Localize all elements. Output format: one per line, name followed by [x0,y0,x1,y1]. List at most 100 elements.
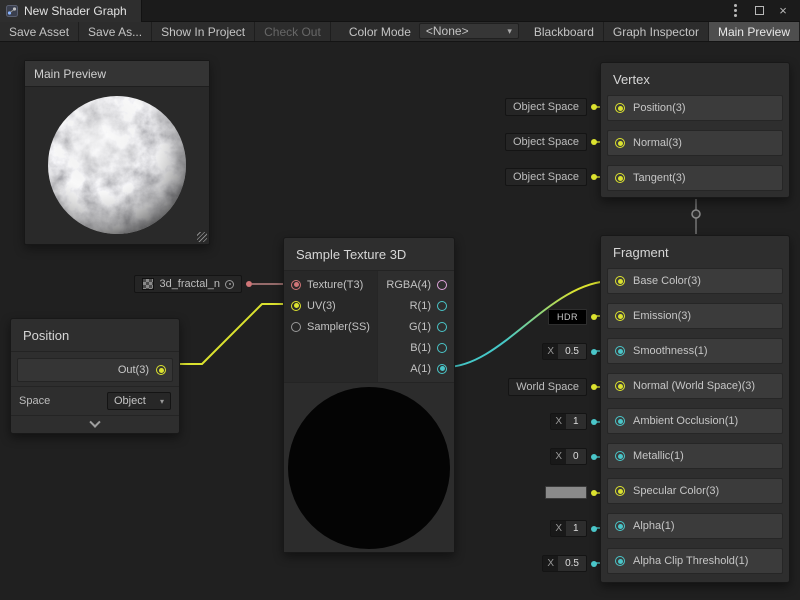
alpha-input-port[interactable] [615,521,625,531]
sample-node-preview [284,382,454,552]
node-collapse-button[interactable] [11,415,179,433]
position-node-title: Position [11,319,179,352]
vertex-node-title: Vertex [601,63,789,95]
chip-normal-ws-space[interactable]: World Space [508,378,597,396]
output-b[interactable]: B(1) [378,337,454,358]
wire-dot [591,174,597,180]
texture-input-port[interactable] [291,280,301,290]
a-output-port[interactable] [437,364,447,374]
ambient-occlusion-input-port[interactable] [615,416,625,426]
main-preview-header[interactable]: Main Preview [25,61,209,87]
out-output-port[interactable] [156,365,166,375]
sample-output-column: RGBA(4) R(1) G(1) B(1) A(1) [378,271,454,382]
graph-inspector-toggle[interactable]: Graph Inspector [604,22,709,41]
r-output-port[interactable] [437,301,447,311]
wire-dot [591,561,597,567]
rgba-output-port[interactable] [437,280,447,290]
main-preview-body[interactable] [25,87,209,244]
save-as-button[interactable]: Save As... [79,22,152,41]
fragment-row-emission[interactable]: Emission(3) [607,303,783,329]
input-texture[interactable]: Texture(T3) [284,274,377,295]
chip-tangent-space[interactable]: Object Space [505,168,597,186]
wire-dot [591,349,597,355]
blackboard-toggle[interactable]: Blackboard [525,22,604,41]
wire-dot [591,104,597,110]
specular-color-input-port[interactable] [615,486,625,496]
vertex-row-normal[interactable]: Normal(3) [607,130,783,156]
normal-ws-input-port[interactable] [615,381,625,391]
tab-new-shader-graph[interactable]: New Shader Graph [0,0,142,22]
fragment-row-alpha-clip[interactable]: Alpha Clip Threshold(1) [607,548,783,574]
input-uv[interactable]: UV(3) [284,295,377,316]
resize-grip-icon[interactable] [197,232,207,242]
fragment-row-metallic[interactable]: Metallic(1) [607,443,783,469]
hdr-color-field[interactable]: HDR [548,309,587,325]
alpha-field[interactable]: 1 [566,521,586,536]
fragment-row-normal-ws[interactable]: Normal (World Space)(3) [607,373,783,399]
chip-ambient-occlusion-value[interactable]: X1 [550,413,597,430]
texture-object-field[interactable]: 3d_fractal_n [134,275,252,293]
preview-sphere[interactable] [47,95,187,235]
emission-input-port[interactable] [615,311,625,321]
g-output-port[interactable] [437,322,447,332]
chip-alpha-value[interactable]: X1 [550,520,597,537]
smoothness-field[interactable]: 0.5 [558,344,586,359]
menu-kebab-icon[interactable] [726,2,744,20]
chip-emission-hdr[interactable]: HDR [548,309,597,325]
maximize-icon[interactable] [750,2,768,20]
tab-title: New Shader Graph [24,4,127,18]
output-r[interactable]: R(1) [378,295,454,316]
chip-normal-space[interactable]: Object Space [505,133,597,151]
specular-color-swatch[interactable] [545,486,587,499]
check-out-button: Check Out [255,22,331,41]
chip-alpha-clip-value[interactable]: X0.5 [542,555,597,572]
base-color-input-port[interactable] [615,276,625,286]
vertex-row-tangent[interactable]: Tangent(3) [607,165,783,191]
normal-input-port[interactable] [615,138,625,148]
output-rgba[interactable]: RGBA(4) [378,274,454,295]
sampler-input-port[interactable] [291,322,301,332]
chevron-down-icon: ▾ [160,397,164,406]
output-g[interactable]: G(1) [378,316,454,337]
b-output-port[interactable] [437,343,447,353]
fragment-row-alpha[interactable]: Alpha(1) [607,513,783,539]
save-asset-button[interactable]: Save Asset [0,22,79,41]
fragment-row-smoothness[interactable]: Smoothness(1) [607,338,783,364]
chevron-down-icon: ▾ [507,26,512,37]
position-out-row[interactable]: Out(3) [17,358,173,382]
edge-position-to-uv[interactable] [168,304,291,364]
chip-metallic-value[interactable]: X0 [550,448,597,465]
graph-canvas[interactable]: Main Preview [0,42,800,600]
fragment-row-specular-color[interactable]: Specular Color(3) [607,478,783,504]
chip-smoothness-value[interactable]: X0.5 [542,343,597,360]
fragment-row-base-color[interactable]: Base Color(3) [607,268,783,294]
vertex-row-position[interactable]: Position(3) [607,95,783,121]
close-icon[interactable]: × [774,2,792,20]
position-input-port[interactable] [615,103,625,113]
ambient-occlusion-field[interactable]: 1 [566,414,586,429]
input-sampler[interactable]: Sampler(SS) [284,316,377,337]
output-a[interactable]: A(1) [378,358,454,379]
chip-position-space[interactable]: Object Space [505,98,597,116]
space-dropdown[interactable]: Object ▾ [107,392,171,410]
color-mode-dropdown[interactable]: <None> ▾ [419,23,519,39]
fragment-node[interactable]: Fragment Base Color(3) Emission(3) Smoot… [600,235,790,583]
space-label: Space [19,395,50,407]
wire-dot [591,384,597,390]
tangent-input-port[interactable] [615,173,625,183]
show-in-project-button[interactable]: Show In Project [152,22,255,41]
alpha-clip-input-port[interactable] [615,556,625,566]
main-preview-panel[interactable]: Main Preview [24,60,210,245]
object-picker-icon[interactable] [225,280,234,289]
uv-input-port[interactable] [291,301,301,311]
smoothness-input-port[interactable] [615,346,625,356]
metallic-field[interactable]: 0 [566,449,586,464]
fragment-row-ambient-occlusion[interactable]: Ambient Occlusion(1) [607,408,783,434]
vertex-node[interactable]: Vertex Position(3) Normal(3) Tangent(3) [600,62,790,198]
metallic-input-port[interactable] [615,451,625,461]
sample-texture-3d-node[interactable]: Sample Texture 3D Texture(T3) UV(3) Samp… [283,237,455,553]
main-preview-toggle[interactable]: Main Preview [709,22,800,41]
chip-specular-swatch[interactable] [545,486,597,499]
position-node[interactable]: Position Out(3) Space Object ▾ [10,318,180,434]
alpha-clip-field[interactable]: 0.5 [558,556,586,571]
